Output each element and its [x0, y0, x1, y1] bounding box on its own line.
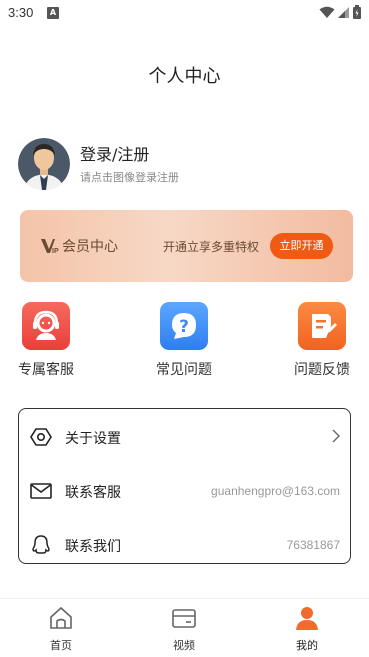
- status-indicators: [319, 5, 361, 19]
- page-title: 个人中心: [148, 66, 221, 87]
- bottom-tab-bar: 首页 视频 我的: [0, 598, 369, 657]
- tab-label: 我的: [296, 639, 318, 652]
- signal-icon: [338, 6, 349, 18]
- menu-label: 联系客服: [65, 485, 121, 501]
- quick-action-label: 问题反馈: [294, 362, 350, 378]
- vip-member-card[interactable]: IP 会员中心 开通立享多重特权 立即开通: [20, 210, 353, 282]
- vip-title: 会员中心: [62, 239, 118, 255]
- hexagon-settings-icon: [30, 428, 52, 446]
- headset-agent-icon: [22, 302, 70, 350]
- quick-action-label: 常见问题: [156, 362, 212, 378]
- contact-number: 76381867: [286, 538, 340, 552]
- menu-item-contact-service[interactable]: 联系客服 guanhengpro@163.com: [19, 465, 350, 517]
- wifi-icon: [319, 6, 335, 18]
- profile-text: 登录/注册 请点击图像登录注册: [80, 144, 179, 185]
- contact-email: guanhengpro@163.com: [211, 484, 340, 498]
- vip-logo-icon: IP: [41, 239, 59, 255]
- tab-mine[interactable]: 我的: [277, 605, 337, 653]
- open-vip-button[interactable]: 立即开通: [270, 233, 333, 259]
- tab-label: 首页: [50, 639, 72, 652]
- quick-action-feedback[interactable]: 问题反馈: [287, 302, 357, 379]
- menu-label: 关于设置: [65, 431, 121, 447]
- tab-home[interactable]: 首页: [31, 605, 91, 653]
- avatar[interactable]: [18, 138, 70, 190]
- battery-icon: [353, 5, 361, 19]
- menu-item-about-settings[interactable]: 关于设置: [19, 411, 350, 463]
- person-icon: [296, 607, 318, 630]
- question-bubble-icon: ?: [160, 302, 208, 350]
- feedback-edit-icon: [298, 302, 346, 350]
- quick-action-label: 专属客服: [18, 362, 74, 378]
- notification-icon: A: [47, 7, 59, 19]
- menu-card: 关于设置 联系客服 guanhengpro@163.com 联系我们 76381…: [18, 408, 351, 564]
- home-icon: [50, 606, 72, 629]
- login-hint: 请点击图像登录注册: [80, 170, 179, 184]
- qq-penguin-icon: [32, 535, 50, 554]
- video-card-icon: [172, 609, 196, 628]
- status-time: 3:30: [8, 5, 34, 20]
- tab-video[interactable]: 视频: [154, 605, 214, 653]
- profile-login-area[interactable]: 登录/注册 请点击图像登录注册: [18, 137, 348, 191]
- svg-text:?: ?: [179, 317, 189, 337]
- status-bar: 3:30 A: [0, 0, 369, 26]
- login-register-label[interactable]: 登录/注册: [80, 144, 179, 166]
- svg-text:IP: IP: [52, 248, 59, 255]
- menu-label: 联系我们: [65, 539, 121, 555]
- menu-item-contact-us[interactable]: 联系我们 76381867: [19, 519, 350, 571]
- vip-promo: 开通立享多重特权: [163, 240, 260, 254]
- chevron-right-icon: [332, 429, 340, 443]
- mail-icon: [30, 483, 52, 499]
- quick-action-faq[interactable]: ? 常见问题: [149, 302, 219, 379]
- quick-action-customer-service[interactable]: 专属客服: [11, 302, 81, 379]
- tab-label: 视频: [173, 639, 195, 652]
